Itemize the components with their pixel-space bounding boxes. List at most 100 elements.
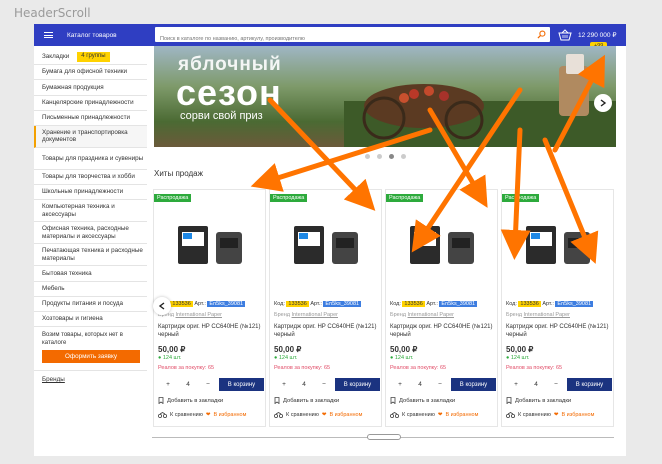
promo-banner[interactable]: яблочный сезон сорви свой приз bbox=[154, 46, 616, 147]
brand-label: Бренд bbox=[390, 312, 406, 318]
compare-icon[interactable] bbox=[274, 412, 283, 418]
product-image bbox=[294, 226, 358, 264]
sidebar-item-paper-products[interactable]: Бумажная продукция bbox=[34, 80, 147, 96]
qty-value[interactable]: 4 bbox=[294, 381, 314, 388]
qty-minus-button[interactable]: − bbox=[430, 381, 450, 388]
add-bookmark-button[interactable]: Добавить в закладки bbox=[390, 397, 455, 404]
sidebar-item-computers[interactable]: Компьютерная техника и аксессуары bbox=[34, 200, 147, 223]
sidebar-item-stationery[interactable]: Канцелярские принадлежности bbox=[34, 96, 147, 111]
compare-icon[interactable] bbox=[506, 412, 515, 418]
compare-favorite-row: К сравнению ❤ В избранном bbox=[274, 412, 362, 418]
sidebar-item-appliances[interactable]: Бытовая техника bbox=[34, 266, 147, 282]
brand-link[interactable]: International Paper bbox=[292, 312, 338, 318]
product-name[interactable]: Картридж ориг. HP CC640HE (№121) черный bbox=[390, 323, 494, 339]
add-bookmark-button[interactable]: Добавить в закладки bbox=[158, 397, 223, 404]
art-value: En5ks_39081 bbox=[207, 301, 246, 307]
bookmark-label: Добавить в закладки bbox=[167, 397, 224, 404]
bookmark-icon bbox=[506, 397, 512, 404]
bonus-points: Реалов за покупку: 65 bbox=[274, 365, 331, 371]
product-card[interactable]: Распродажа Код: 133536 Арт.: En5ks_39081… bbox=[269, 189, 382, 427]
add-to-cart-button[interactable]: В корзину bbox=[451, 378, 496, 391]
carousel-prev-button[interactable] bbox=[153, 297, 171, 315]
sidebar-item-printing[interactable]: Печатающая техника и расходные материалы bbox=[34, 244, 147, 267]
order-request-button[interactable]: Оформить заявку bbox=[42, 350, 140, 364]
sidebar-item-furniture[interactable]: Мебель bbox=[34, 282, 147, 297]
product-image bbox=[178, 226, 242, 264]
banner-dot[interactable] bbox=[365, 154, 370, 159]
bookmark-label: Добавить в закладки bbox=[399, 397, 456, 404]
bonus-points: Реалов за покупку: 65 bbox=[506, 365, 563, 371]
sidebar-item-office-tech[interactable]: Офисная техника, расходные материалы и а… bbox=[34, 222, 147, 245]
brand-link[interactable]: International Paper bbox=[524, 312, 570, 318]
banner-dot[interactable] bbox=[401, 154, 406, 159]
qty-plus-button[interactable]: + bbox=[390, 381, 410, 388]
product-name[interactable]: Картридж ориг. HP CC640HE (№121) черный bbox=[274, 323, 378, 339]
compare-favorite-row: К сравнению ❤ В избранном bbox=[506, 412, 594, 418]
search-icon[interactable] bbox=[537, 30, 546, 39]
stock-status: ● 124 шт. bbox=[506, 355, 530, 361]
add-bookmark-button[interactable]: Добавить в закладки bbox=[274, 397, 339, 404]
sidebar-item-storage[interactable]: Хранение и транспортировка документов bbox=[34, 125, 147, 148]
carousel-scroll-handle[interactable] bbox=[367, 434, 401, 440]
qty-value[interactable]: 4 bbox=[526, 381, 546, 388]
favorite-label[interactable]: В избранном bbox=[213, 412, 246, 418]
product-name[interactable]: Картридж ориг. HP CC640HE (№121) черный bbox=[506, 323, 610, 339]
product-price: 50,00 ₽ bbox=[506, 345, 534, 354]
banner-dot-active[interactable] bbox=[389, 154, 394, 159]
product-name[interactable]: Картридж ориг. HP CC640HE (№121) черный bbox=[158, 323, 262, 339]
heart-icon[interactable]: ❤ bbox=[322, 412, 327, 418]
qty-plus-button[interactable]: + bbox=[274, 381, 294, 388]
sidebar-item-office-paper[interactable]: Бумага для офисной техники bbox=[34, 65, 147, 81]
compare-label[interactable]: К сравнению bbox=[518, 412, 551, 418]
stock-status: ● 124 шт. bbox=[274, 355, 298, 361]
add-to-cart-button[interactable]: В корзину bbox=[335, 378, 380, 391]
qty-minus-button[interactable]: − bbox=[198, 381, 218, 388]
sidebar-item-school[interactable]: Школьные принадлежности bbox=[34, 185, 147, 201]
sidebar-item-hobby[interactable]: Товары для творчества и хобби bbox=[34, 170, 147, 186]
qty-plus-button[interactable]: + bbox=[506, 381, 526, 388]
banner-next-button[interactable] bbox=[594, 94, 612, 112]
compare-label[interactable]: К сравнению bbox=[286, 412, 319, 418]
heart-icon[interactable]: ❤ bbox=[206, 412, 211, 418]
add-bookmark-button[interactable]: Добавить в закладки bbox=[506, 397, 571, 404]
favorite-label[interactable]: В избранном bbox=[561, 412, 594, 418]
compare-icon[interactable] bbox=[390, 412, 399, 418]
code-row: Код: 133536 Арт.: En5ks_39081 bbox=[506, 301, 594, 307]
brands-link[interactable]: Бренды bbox=[34, 376, 147, 383]
bookmarks-label: Закладки bbox=[42, 53, 70, 61]
cart-button[interactable]: 12 290 000 ₽ bbox=[558, 27, 626, 43]
heart-icon[interactable]: ❤ bbox=[438, 412, 443, 418]
heart-icon[interactable]: ❤ bbox=[554, 412, 559, 418]
top-header: Каталог товаров 12 290 000 ₽ bbox=[34, 24, 626, 47]
sidebar-item-household[interactable]: Хозтовары и гигиена bbox=[34, 312, 147, 328]
sale-badge: Распродажа bbox=[270, 194, 308, 202]
compare-icon[interactable] bbox=[158, 412, 167, 418]
add-to-cart-button[interactable]: В корзину bbox=[219, 378, 264, 391]
qty-value[interactable]: 4 bbox=[178, 381, 198, 388]
sidebar-item-food[interactable]: Продукты питания и посуда bbox=[34, 297, 147, 312]
favorite-label[interactable]: В избранном bbox=[329, 412, 362, 418]
favorite-label[interactable]: В избранном bbox=[445, 412, 478, 418]
qty-value[interactable]: 4 bbox=[410, 381, 430, 388]
bookmark-icon bbox=[274, 397, 280, 404]
qty-minus-button[interactable]: − bbox=[546, 381, 566, 388]
banner-dot[interactable] bbox=[377, 154, 382, 159]
compare-label[interactable]: К сравнению bbox=[170, 412, 203, 418]
sidebar-item-holiday[interactable]: Товары для праздника и сувениры bbox=[34, 148, 147, 170]
sidebar-item-writing[interactable]: Письменные принадлежности bbox=[34, 111, 147, 126]
quantity-stepper: + 4 − bbox=[390, 378, 450, 391]
product-card[interactable]: Распродажа Код: 133536 Арт.: En5ks_39081… bbox=[385, 189, 498, 427]
product-card[interactable]: Распродажа Код: 133536 Арт.: En5ks_39081… bbox=[501, 189, 614, 427]
qty-plus-button[interactable]: + bbox=[158, 381, 178, 388]
banner-line-3: сорви свой приз bbox=[180, 110, 263, 122]
sidebar-item-bookmarks[interactable]: Закладки 4 группы bbox=[34, 50, 147, 66]
brand-link[interactable]: International Paper bbox=[176, 312, 222, 318]
catalog-button[interactable]: Каталог товаров bbox=[34, 24, 152, 46]
stock-status: ● 124 шт. bbox=[390, 355, 414, 361]
search-box bbox=[155, 27, 550, 47]
add-to-cart-button[interactable]: В корзину bbox=[567, 378, 612, 391]
qty-minus-button[interactable]: − bbox=[314, 381, 334, 388]
search-input[interactable] bbox=[155, 31, 525, 47]
compare-label[interactable]: К сравнению bbox=[402, 412, 435, 418]
brand-link[interactable]: International Paper bbox=[408, 312, 454, 318]
